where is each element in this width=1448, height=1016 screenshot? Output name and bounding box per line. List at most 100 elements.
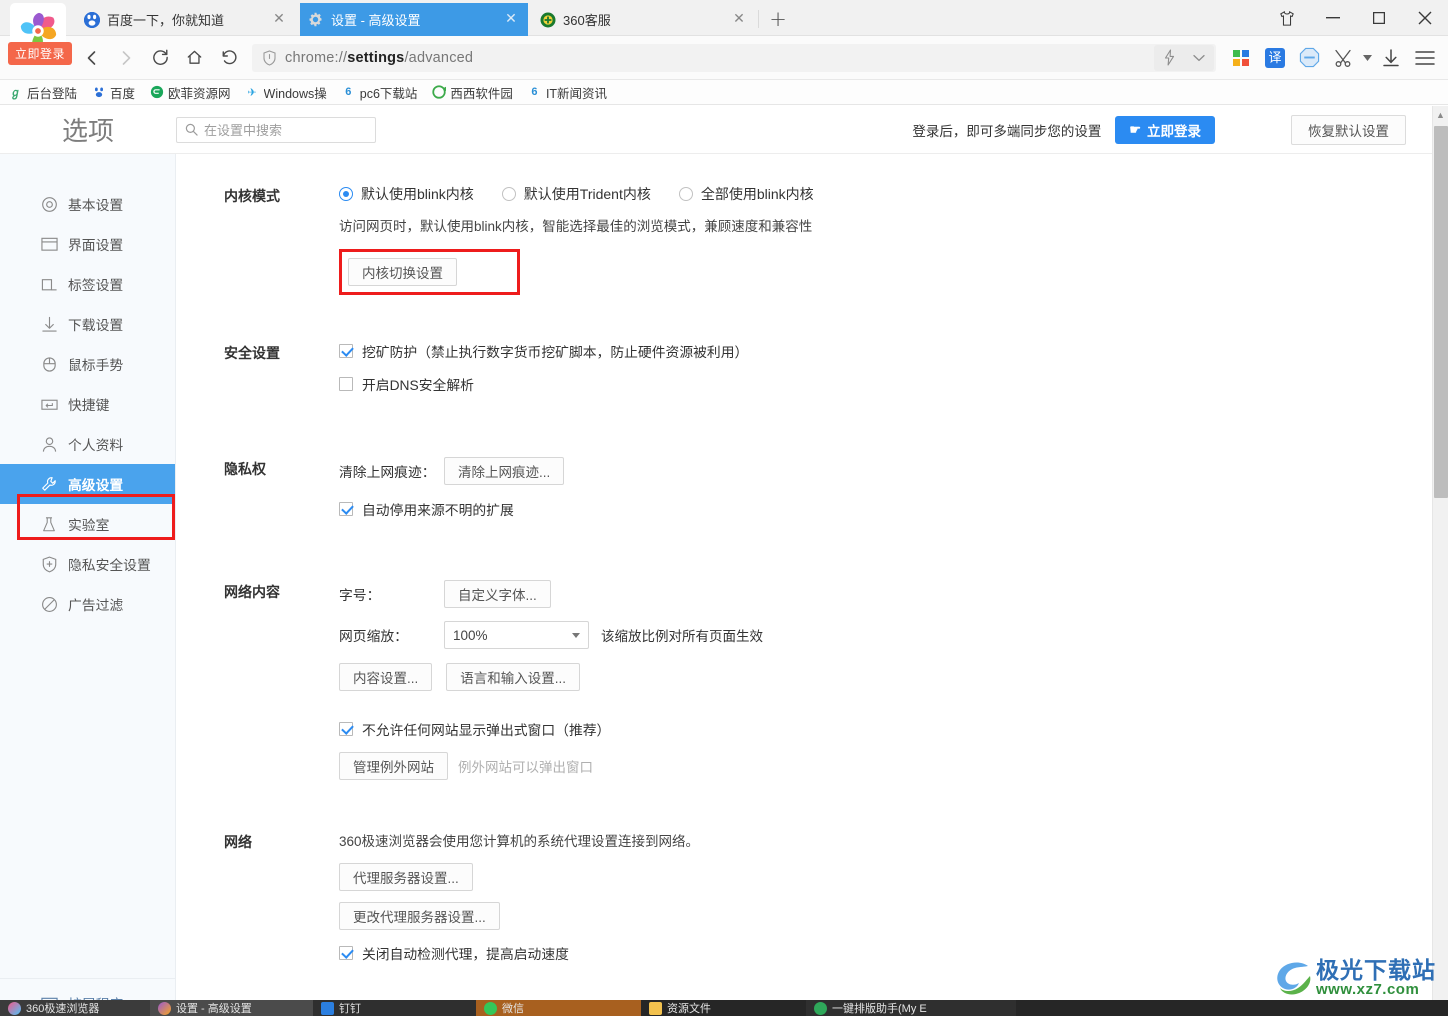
taskbar-item-settings[interactable]: 设置 - 高级设置	[150, 1000, 313, 1016]
bookmark-item[interactable]: 欧菲资源网	[149, 83, 231, 102]
screenshot-icon[interactable]	[1326, 42, 1360, 74]
menu-icon[interactable]	[1408, 42, 1442, 74]
browser-tab-0[interactable]: 百度一下，你就知道 ✕	[76, 3, 296, 36]
sidebar-item-label: 界面设置	[68, 238, 124, 253]
sidebar-item-adblock[interactable]: 广告过滤	[0, 584, 175, 624]
kernel-switch-settings-button[interactable]: 内核切换设置	[348, 258, 457, 286]
new-tab-button[interactable]: +	[766, 8, 790, 32]
bookmark-item[interactable]: ℊ 后台登陆	[8, 83, 77, 102]
checkbox-indicator	[339, 377, 353, 391]
tab-icon	[40, 275, 58, 293]
sidebar-item-gestures[interactable]: 鼠标手势	[0, 344, 175, 384]
vertical-scrollbar[interactable]: ▲	[1432, 106, 1448, 1000]
download-arrow-icon	[40, 315, 58, 333]
toolbar-actions: 译	[1224, 42, 1448, 74]
checkbox-label: 不允许任何网站显示弹出式窗口（推荐）	[362, 723, 611, 738]
adblock-icon[interactable]	[1292, 42, 1326, 74]
page-zoom-select[interactable]: 100%	[444, 621, 589, 649]
checkbox-disable-proxy-autodetect[interactable]: 关闭自动检测代理，提高启动速度	[339, 943, 1432, 963]
maximize-button[interactable]	[1356, 0, 1402, 36]
tab-close-icon[interactable]: ✕	[730, 11, 748, 29]
manage-exceptions-button[interactable]: 管理例外网站	[339, 752, 448, 780]
minimize-button[interactable]	[1310, 0, 1356, 36]
screenshot-caret-icon[interactable]	[1360, 42, 1374, 74]
sidebar-item-interface[interactable]: 界面设置	[0, 224, 175, 264]
browser-tab-1[interactable]: 设置 - 高级设置 ✕	[300, 3, 528, 36]
forward-button[interactable]	[110, 42, 142, 74]
search-input[interactable]: 在设置中搜索	[176, 116, 376, 143]
sidebar-item-profile[interactable]: 个人资料	[0, 424, 175, 464]
scrollbar-thumb[interactable]	[1434, 126, 1448, 498]
taskbar-item-folder[interactable]: 资源文件	[641, 1000, 806, 1016]
home-button[interactable]	[178, 42, 210, 74]
browser-tab-2[interactable]: 360客服 ✕	[532, 3, 756, 36]
wechat-icon	[484, 1001, 497, 1015]
scroll-up-arrow-icon[interactable]: ▲	[1433, 106, 1448, 124]
reload-button[interactable]	[144, 42, 176, 74]
skin-icon[interactable]	[1264, 0, 1310, 36]
checkbox-dns-security[interactable]: 开启DNS安全解析	[339, 374, 1432, 394]
proxy-settings-button[interactable]: 代理服务器设置...	[339, 863, 473, 891]
change-proxy-settings-button[interactable]: 更改代理服务器设置...	[339, 902, 500, 930]
tab-close-icon[interactable]: ✕	[502, 11, 520, 29]
login-button[interactable]: ☛ 立即登录	[1115, 115, 1215, 144]
sidebar-item-privacy-security[interactable]: 隐私安全设置	[0, 544, 175, 584]
taskbar-item-dingtalk[interactable]: 钉钉	[313, 1000, 476, 1016]
radio-option-blink-always[interactable]: 全部使用blink内核	[678, 184, 814, 204]
taskbar-item-browser[interactable]: 360极速浏览器	[0, 1000, 150, 1016]
translate-icon[interactable]: 译	[1258, 42, 1292, 74]
page-zoom-value: 100%	[453, 627, 488, 643]
login-badge[interactable]: 立即登录	[8, 42, 73, 65]
bookmark-item[interactable]: 百度	[91, 83, 135, 102]
lightning-icon[interactable]	[1154, 45, 1184, 71]
gear-icon	[308, 12, 324, 28]
content-settings-button[interactable]: 内容设置...	[339, 663, 433, 691]
kernel-switch-highlight-box: 内核切换设置	[339, 249, 520, 295]
address-bar[interactable]: chrome://settings/advanced	[252, 43, 1216, 72]
sidebar-item-shortcuts[interactable]: 快捷键	[0, 384, 175, 424]
chevron-down-icon	[572, 632, 580, 638]
tab-close-icon[interactable]: ✕	[270, 11, 288, 29]
chevron-down-icon[interactable]	[1184, 45, 1214, 71]
radio-option-trident-default[interactable]: 默认使用Trident内核	[501, 184, 651, 204]
taskbar-item-wechat[interactable]: 微信	[476, 1000, 641, 1016]
microsoft-icon[interactable]	[1224, 42, 1258, 74]
bookmark-favicon-icon: ✈	[247, 86, 257, 99]
clear-history-button[interactable]: 清除上网痕迹...	[444, 457, 565, 485]
download-icon[interactable]	[1374, 42, 1408, 74]
radio-option-blink-default[interactable]: 默认使用blink内核	[339, 184, 474, 204]
sidebar-item-label: 隐私安全设置	[68, 558, 151, 573]
radio-label: 全部使用blink内核	[700, 186, 814, 202]
radio-indicator	[678, 187, 693, 201]
language-input-settings-button[interactable]: 语言和输入设置...	[446, 663, 581, 691]
taskbar-item-typeset-helper[interactable]: 一键排版助手(My E	[806, 1000, 1016, 1016]
window-controls	[1264, 0, 1448, 36]
checkbox-indicator	[339, 502, 353, 516]
back-button[interactable]	[76, 42, 108, 74]
checkbox-disable-unknown-extensions[interactable]: 自动停用来源不明的扩展	[339, 499, 1432, 519]
bookmark-item[interactable]: 6 IT新闻资讯	[527, 83, 607, 102]
reset-defaults-button[interactable]: 恢复默认设置	[1291, 114, 1406, 145]
hand-pointer-icon: ☛	[1129, 121, 1141, 137]
checkbox-label: 开启DNS安全解析	[362, 378, 474, 393]
exception-hint: 例外网站可以弹出窗口	[458, 760, 593, 775]
custom-font-button[interactable]: 自定义字体...	[444, 580, 551, 608]
sidebar-item-extensions[interactable]: 扩展程序	[0, 978, 176, 1000]
network-description: 360极速浏览器会使用您计算机的系统代理设置连接到网络。	[339, 834, 700, 849]
bookmark-item[interactable]: 6 pc6下载站	[341, 83, 417, 102]
checkbox-mining-protection[interactable]: 挖矿防护（禁止执行数字货币挖矿脚本，防止硬件资源被利用）	[339, 341, 1432, 361]
folder-icon	[649, 1001, 662, 1015]
bookmark-item[interactable]: ✈ Windows操	[245, 83, 326, 102]
sidebar-item-advanced[interactable]: 高级设置	[0, 464, 175, 504]
sidebar-item-basic[interactable]: 基本设置	[0, 184, 175, 224]
sidebar-item-tabs[interactable]: 标签设置	[0, 264, 175, 304]
person-icon	[40, 435, 58, 453]
checkbox-label: 挖矿防护（禁止执行数字货币挖矿脚本，防止硬件资源被利用）	[362, 345, 749, 360]
restore-button[interactable]	[212, 42, 244, 74]
bookmark-item[interactable]: 西西软件园	[431, 83, 513, 102]
sidebar-item-lab[interactable]: 实验室	[0, 504, 175, 544]
checkbox-block-popups[interactable]: 不允许任何网站显示弹出式窗口（推荐）	[339, 719, 1432, 739]
sidebar-item-downloads[interactable]: 下载设置	[0, 304, 175, 344]
bookmark-favicon-icon: 6	[531, 86, 538, 98]
close-button[interactable]	[1402, 0, 1448, 36]
